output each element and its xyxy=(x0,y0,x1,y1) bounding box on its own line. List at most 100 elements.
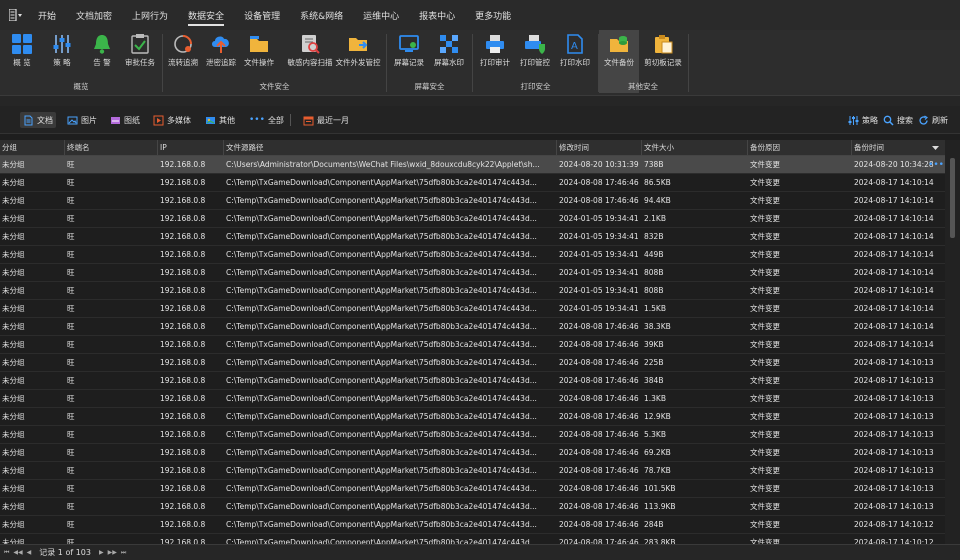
cell-backup-time: 2024-08-17 14:10:14 xyxy=(854,340,934,349)
table-row[interactable]: 未分组 旺 192.168.0.8 C:\Temp\TxGameDownload\Co… xyxy=(0,480,945,498)
file-folder-icon xyxy=(247,32,271,56)
table-row[interactable]: 未分组 旺 192.168.0.8 C:\Temp\TxGameDownload\Co… xyxy=(0,174,945,192)
filter-last-month[interactable]: 最近一月 xyxy=(300,112,352,128)
filter-images[interactable]: 图片 xyxy=(64,112,100,128)
file-backup-label: 文件备份 xyxy=(604,58,634,67)
table-row[interactable]: 未分组 旺 192.168.0.8 C:\Temp\TxGameDownload\Co… xyxy=(0,534,945,544)
print-control-button[interactable]: 打印管控 xyxy=(515,32,555,68)
prev-page-fast-icon[interactable]: ◀◀ xyxy=(13,549,22,556)
cell-backup-reason: 文件变更 xyxy=(750,466,780,475)
filter-last-month-label: 最近一月 xyxy=(317,115,349,125)
approval-task-button[interactable]: 审批任务 xyxy=(120,32,160,68)
print-watermark-button[interactable]: A 打印水印 xyxy=(555,32,595,68)
scrollbar-thumb[interactable] xyxy=(950,158,955,238)
filter-multimedia[interactable]: 多媒体 xyxy=(150,112,194,128)
next-page-icon[interactable]: ▶ xyxy=(99,549,104,556)
ellipsis-icon: ••• xyxy=(249,115,265,125)
column-header-group[interactable]: 分组 xyxy=(0,140,65,156)
policy-action-button[interactable]: 策略 xyxy=(845,112,881,128)
filter-multimedia-label: 多媒体 xyxy=(167,115,191,125)
cell-backup-time: 2024-08-20 10:34:28 xyxy=(854,160,934,169)
alarm-button[interactable]: 告 警 xyxy=(82,32,122,68)
cell-backup-time: 2024-08-17 14:10:14 xyxy=(854,286,934,295)
tab-start[interactable]: 开始 xyxy=(28,0,66,30)
cell-backup-time: 2024-08-17 14:10:14 xyxy=(854,250,934,259)
cell-group: 未分组 xyxy=(2,196,25,205)
cell-backup-reason: 文件变更 xyxy=(750,268,780,277)
column-header-source-path[interactable]: 文件源路径 xyxy=(224,140,557,156)
cell-file-size: 284B xyxy=(644,520,664,529)
table-row[interactable]: 未分组 旺 192.168.0.8 C:\Users\Administrator\Do… xyxy=(0,156,945,174)
table-row[interactable]: 未分组 旺 192.168.0.8 C:\Temp\TxGameDownload\Co… xyxy=(0,462,945,480)
cell-terminal: 旺 xyxy=(67,286,75,295)
print-audit-button[interactable]: 打印审计 xyxy=(475,32,515,68)
column-header-modified-time[interactable]: 修改时间 xyxy=(557,140,642,156)
table-row[interactable]: 未分组 旺 192.168.0.8 C:\Temp\TxGameDownload\Co… xyxy=(0,228,945,246)
tab-report-center[interactable]: 报表中心 xyxy=(409,0,465,30)
filter-all[interactable]: ••• 全部 xyxy=(246,112,287,128)
table-row[interactable]: 未分组 旺 192.168.0.8 C:\Temp\TxGameDownload\Co… xyxy=(0,336,945,354)
row-more-icon[interactable]: ••• xyxy=(928,156,944,174)
tab-device-management[interactable]: 设备管理 xyxy=(234,0,290,30)
table-row[interactable]: 未分组 旺 192.168.0.8 C:\Temp\TxGameDownload\Co… xyxy=(0,498,945,516)
tab-system-network[interactable]: 系统&网络 xyxy=(290,0,353,30)
cell-file-size: 832B xyxy=(644,232,664,241)
refresh-button[interactable]: 刷新 xyxy=(915,112,951,128)
sensitive-scan-button[interactable]: 敏感内容扫描 xyxy=(285,32,335,68)
prev-page-icon[interactable]: ◀ xyxy=(27,549,32,556)
column-header-terminal[interactable]: 终端名 xyxy=(65,140,158,156)
cell-backup-reason: 文件变更 xyxy=(750,358,780,367)
table-row[interactable]: 未分组 旺 192.168.0.8 C:\Temp\TxGameDownload\Co… xyxy=(0,354,945,372)
filter-documents[interactable]: 文档 xyxy=(20,112,56,128)
cell-file-size: 449B xyxy=(644,250,664,259)
column-header-file-size[interactable]: 文件大小 xyxy=(642,140,748,156)
table-row[interactable]: 未分组 旺 192.168.0.8 C:\Temp\TxGameDownload\Co… xyxy=(0,282,945,300)
table-row[interactable]: 未分组 旺 192.168.0.8 C:\Temp\TxGameDownload\Co… xyxy=(0,408,945,426)
table-row[interactable]: 未分组 旺 192.168.0.8 C:\Temp\TxGameDownload\Co… xyxy=(0,246,945,264)
search-button[interactable]: 搜索 xyxy=(880,112,916,128)
tab-web-behavior[interactable]: 上网行为 xyxy=(122,0,178,30)
table-row[interactable]: 未分组 旺 192.168.0.8 C:\Temp\TxGameDownload\Co… xyxy=(0,264,945,282)
vertical-scrollbar[interactable] xyxy=(945,140,960,544)
table-row[interactable]: 未分组 旺 192.168.0.8 C:\Temp\TxGameDownload\Co… xyxy=(0,444,945,462)
file-operation-button[interactable]: 文件操作 xyxy=(239,32,279,68)
table-row[interactable]: 未分组 旺 192.168.0.8 C:\Temp\TxGameDownload\Co… xyxy=(0,390,945,408)
clipboard-record-button[interactable]: 剪切板记录 xyxy=(641,32,685,68)
tab-ops-center[interactable]: 运维中心 xyxy=(353,0,409,30)
last-page-icon[interactable]: ⏭ xyxy=(121,549,126,557)
tab-data-security[interactable]: 数据安全 xyxy=(178,0,234,30)
cell-backup-reason: 文件变更 xyxy=(750,430,780,439)
tab-more-functions[interactable]: 更多功能 xyxy=(465,0,521,30)
filter-drawings[interactable]: 图纸 xyxy=(107,112,143,128)
table-row[interactable]: 未分组 旺 192.168.0.8 C:\Temp\TxGameDownload\Co… xyxy=(0,300,945,318)
column-header-backup-time[interactable]: 备份时间 xyxy=(852,140,945,156)
cell-terminal: 旺 xyxy=(67,466,75,475)
clipboard-record-label: 剪切板记录 xyxy=(644,58,682,67)
ribbon-toolbar: 概 览 策 略 告 警 审批任务 概览 流转追溯 泄密追踪 文件操作 敏感内容扫… xyxy=(0,30,960,96)
table-row[interactable]: 未分组 旺 192.168.0.8 C:\Temp\TxGameDownload\Co… xyxy=(0,192,945,210)
leak-tracking-button[interactable]: 泄密追踪 xyxy=(201,32,241,68)
tab-doc-encrypt[interactable]: 文档加密 xyxy=(66,0,122,30)
next-page-fast-icon[interactable]: ▶▶ xyxy=(108,549,117,556)
screen-watermark-button[interactable]: 屏幕水印 xyxy=(429,32,469,68)
refresh-label: 刷新 xyxy=(932,115,948,125)
cell-ip: 192.168.0.8 xyxy=(160,286,206,295)
first-page-icon[interactable]: ⏮ xyxy=(4,549,9,557)
column-header-backup-reason[interactable]: 备份原因 xyxy=(748,140,852,156)
table-row[interactable]: 未分组 旺 192.168.0.8 C:\Temp\TxGameDownload\Co… xyxy=(0,318,945,336)
table-row[interactable]: 未分组 旺 192.168.0.8 C:\Temp\TxGameDownload\Co… xyxy=(0,426,945,444)
filter-other[interactable]: 其他 xyxy=(202,112,238,128)
app-menu-icon[interactable] xyxy=(4,5,28,25)
policy-button[interactable]: 策 略 xyxy=(42,32,82,68)
column-header-ip[interactable]: IP xyxy=(158,140,224,156)
table-row[interactable]: 未分组 旺 192.168.0.8 C:\Temp\TxGameDownload\Co… xyxy=(0,516,945,534)
trace-flow-button[interactable]: 流转追溯 xyxy=(163,32,203,68)
table-row[interactable]: 未分组 旺 192.168.0.8 C:\Temp\TxGameDownload\Co… xyxy=(0,210,945,228)
cell-source-path: C:\Temp\TxGameDownload\Component\AppMark… xyxy=(226,538,537,544)
search-icon xyxy=(883,115,894,126)
overview-button[interactable]: 概 览 xyxy=(2,32,42,68)
table-row[interactable]: 未分组 旺 192.168.0.8 C:\Temp\TxGameDownload\Co… xyxy=(0,372,945,390)
group-file-security-label: 文件安全 xyxy=(259,82,290,91)
screen-record-button[interactable]: 屏幕记录 xyxy=(389,32,429,68)
outbound-control-button[interactable]: 文件外发管控 xyxy=(335,32,381,68)
